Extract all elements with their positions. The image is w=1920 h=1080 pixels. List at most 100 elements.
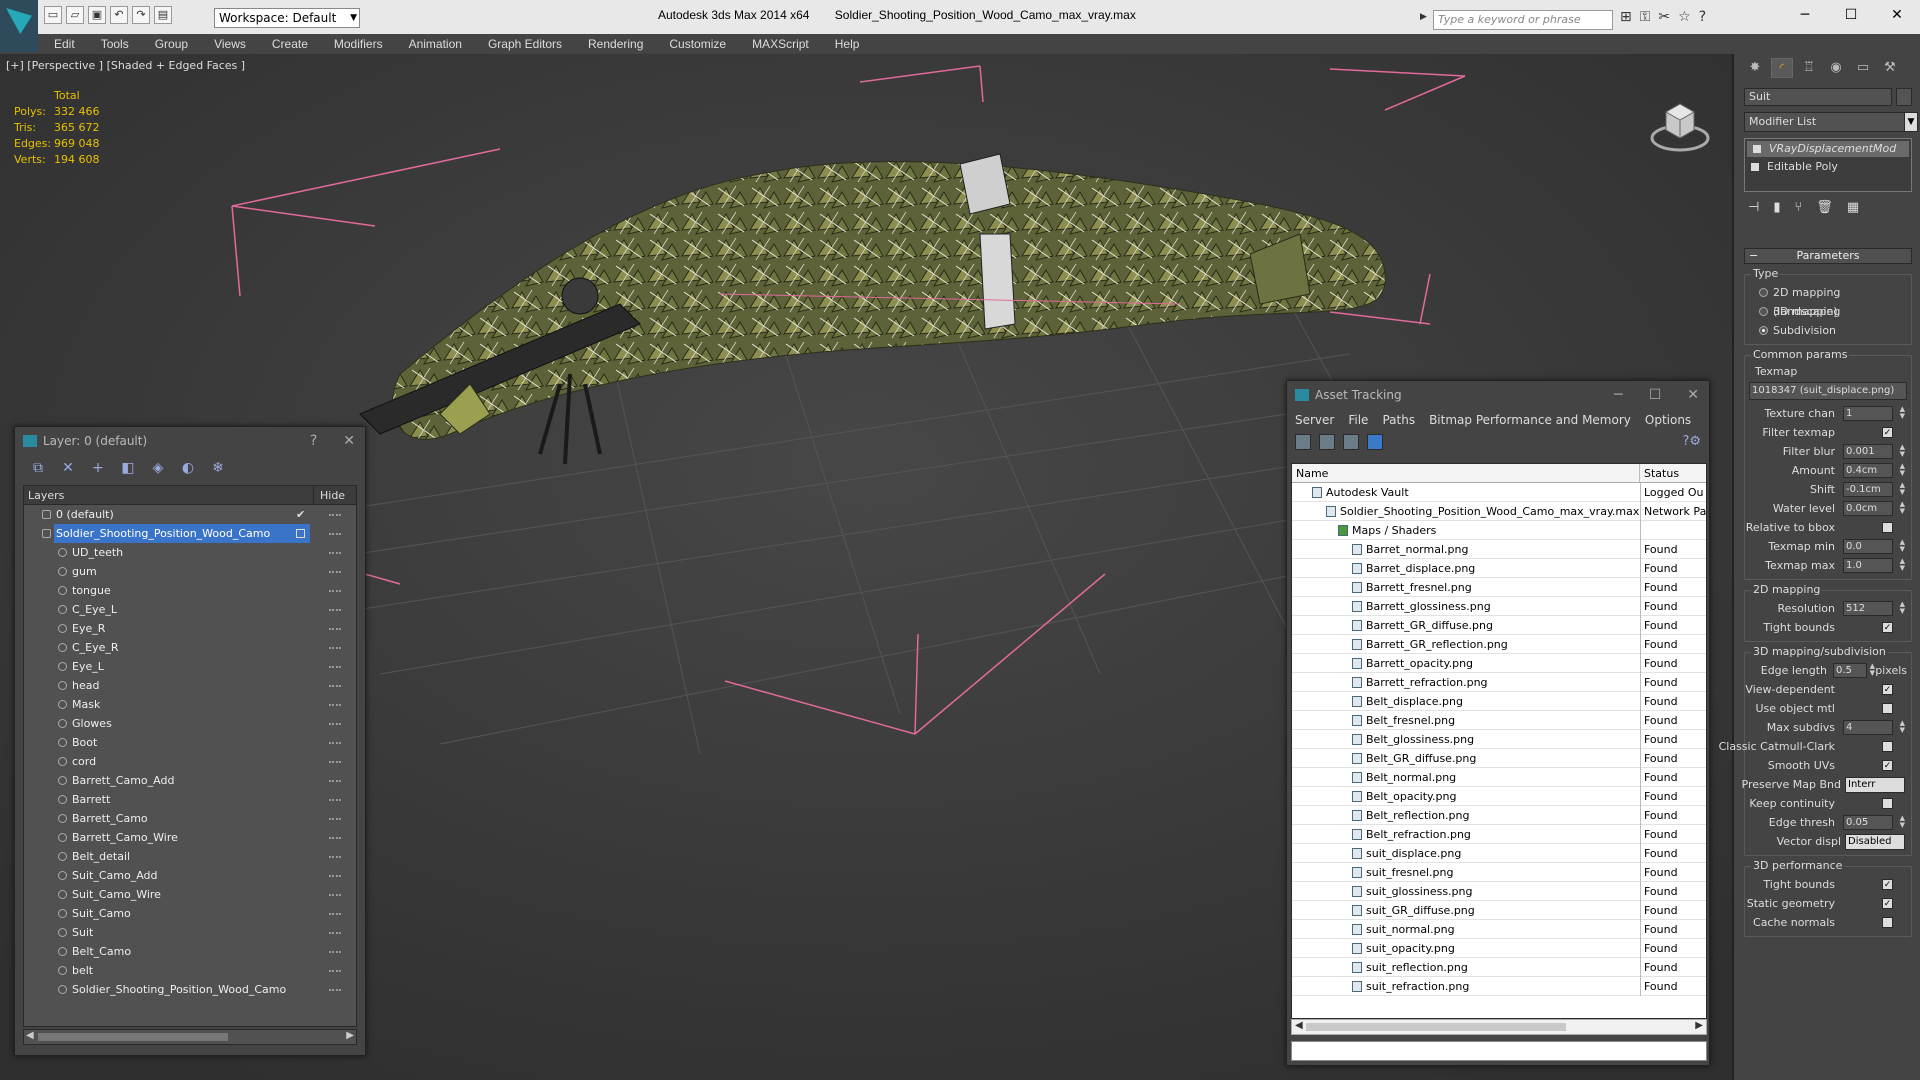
- asset-horizontal-scrollbar[interactable]: ◀ ▶: [1291, 1019, 1707, 1035]
- menu-views[interactable]: Views: [214, 37, 246, 51]
- hide-toggle[interactable]: [329, 514, 341, 516]
- layer-object-row[interactable]: belt: [24, 961, 356, 980]
- asset-map-row[interactable]: Barrett_fresnel.png Found: [1292, 578, 1706, 597]
- layer-object-row[interactable]: Suit_Camo_Wire: [24, 885, 356, 904]
- hide-toggle[interactable]: [329, 932, 341, 934]
- layer-object-row[interactable]: Boot: [24, 733, 356, 752]
- asset-map-row[interactable]: Barret_displace.png Found: [1292, 559, 1706, 578]
- asset-map-row[interactable]: suit_normal.png Found: [1292, 920, 1706, 939]
- key-icon[interactable]: ⚿: [1640, 9, 1651, 25]
- spinner-arrows-icon[interactable]: ▲ ▼: [1900, 444, 1905, 458]
- asset-row-vault[interactable]: Autodesk Vault Logged Ou: [1292, 483, 1706, 502]
- texmap-button[interactable]: 1018347 (suit_displace.png): [1749, 382, 1907, 400]
- asset-map-row[interactable]: suit_refraction.png Found: [1292, 977, 1706, 996]
- hide-toggle[interactable]: [329, 761, 341, 763]
- layer-object-row[interactable]: tongue: [24, 581, 356, 600]
- spinner-arrows-icon[interactable]: ▲ ▼: [1900, 501, 1905, 515]
- viewcube-icon[interactable]: [1648, 92, 1712, 156]
- asset-row-maps-folder[interactable]: Maps / Shaders: [1292, 521, 1706, 540]
- asset-menu-options[interactable]: Options: [1645, 413, 1691, 427]
- param-checkbox[interactable]: ✓: [1882, 898, 1893, 909]
- close-icon[interactable]: ✕: [343, 427, 355, 455]
- project-folder-icon[interactable]: ▤: [154, 6, 172, 24]
- menu-edit[interactable]: Edit: [54, 37, 75, 51]
- star-icon[interactable]: ☆: [1678, 9, 1691, 25]
- workspace-select[interactable]: Workspace: Default ▼: [214, 8, 360, 28]
- asset-map-row[interactable]: Belt_fresnel.png Found: [1292, 711, 1706, 730]
- param-spinner-field[interactable]: 0.05: [1843, 815, 1893, 830]
- hide-toggle[interactable]: [329, 571, 341, 573]
- layer-object-row[interactable]: Soldier_Shooting_Position_Wood_Camo: [24, 980, 356, 999]
- hierarchy-tab-icon[interactable]: ♖: [1798, 58, 1820, 78]
- add-to-layer-icon[interactable]: +: [89, 459, 107, 477]
- scroll-thumb[interactable]: [38, 1033, 228, 1041]
- asset-map-row[interactable]: Belt_opacity.png Found: [1292, 787, 1706, 806]
- scroll-left-icon[interactable]: ◀: [1295, 1020, 1303, 1031]
- spinner-arrows-icon[interactable]: ▲ ▼: [1900, 720, 1905, 734]
- configure-sets-icon[interactable]: ▦: [1847, 200, 1859, 215]
- param-spinner-field[interactable]: 0.4cm: [1843, 463, 1893, 478]
- asset-map-row[interactable]: Barrett_refraction.png Found: [1292, 673, 1706, 692]
- spinner-arrows-icon[interactable]: ▲ ▼: [1900, 601, 1905, 615]
- hide-toggle[interactable]: [329, 875, 341, 877]
- param-spinner-field[interactable]: -0.1cm: [1843, 482, 1893, 497]
- column-hide[interactable]: Hide: [314, 486, 345, 504]
- modifier-list-dropdown[interactable]: Modifier List ▼: [1744, 112, 1918, 132]
- hide-all-layers-icon[interactable]: ◐: [179, 459, 197, 477]
- asset-menu-file[interactable]: File: [1348, 413, 1368, 427]
- hide-toggle[interactable]: [329, 533, 341, 535]
- asset-map-row[interactable]: Belt_displace.png Found: [1292, 692, 1706, 711]
- hide-toggle[interactable]: [329, 913, 341, 915]
- app-logo-icon[interactable]: [0, 0, 38, 52]
- list-view-icon[interactable]: [1319, 434, 1335, 450]
- asset-map-row[interactable]: Belt_normal.png Found: [1292, 768, 1706, 787]
- asset-map-row[interactable]: Barrett_GR_diffuse.png Found: [1292, 616, 1706, 635]
- param-dropdown[interactable]: Disabled: [1845, 834, 1905, 850]
- maximize-icon[interactable]: ☐: [1649, 381, 1662, 409]
- hide-toggle[interactable]: [329, 666, 341, 668]
- param-checkbox[interactable]: ✓: [1882, 427, 1893, 438]
- communication-icon[interactable]: ✂: [1658, 9, 1670, 25]
- asset-menu-server[interactable]: Server: [1295, 413, 1334, 427]
- menu-graph-editors[interactable]: Graph Editors: [488, 37, 562, 51]
- help-icon[interactable]: ?: [1699, 9, 1706, 25]
- parameters-rollout-header[interactable]: − Parameters: [1744, 248, 1912, 264]
- asset-row-file[interactable]: Soldier_Shooting_Position_Wood_Camo_max_…: [1292, 502, 1706, 521]
- hide-toggle[interactable]: [329, 609, 341, 611]
- utilities-tab-icon[interactable]: ⚒: [1879, 58, 1901, 78]
- layer-object-row[interactable]: Glowes: [24, 714, 356, 733]
- layer-object-row[interactable]: Belt_detail: [24, 847, 356, 866]
- layer-object-row[interactable]: Barrett_Camo_Add: [24, 771, 356, 790]
- hide-toggle[interactable]: [329, 628, 341, 630]
- layer-object-row[interactable]: Barrett_Camo_Wire: [24, 828, 356, 847]
- param-spinner-field[interactable]: 0.5: [1833, 663, 1867, 678]
- layer-object-row[interactable]: Belt_Camo: [24, 942, 356, 961]
- type-radio-option[interactable]: 2D mapping (landscape): [1749, 283, 1907, 318]
- radio-button[interactable]: [1759, 326, 1768, 335]
- param-spinner-field[interactable]: 0.0cm: [1843, 501, 1893, 516]
- asset-map-row[interactable]: suit_glossiness.png Found: [1292, 882, 1706, 901]
- spinner-arrows-icon[interactable]: ▲ ▼: [1900, 539, 1905, 553]
- delete-layer-icon[interactable]: ✕: [59, 459, 77, 477]
- layer-object-row[interactable]: Suit_Camo_Add: [24, 866, 356, 885]
- menu-create[interactable]: Create: [272, 37, 308, 51]
- type-radio-option[interactable]: 3D mapping: [1749, 302, 1907, 321]
- create-tab-icon[interactable]: ✸: [1744, 58, 1766, 78]
- freeze-all-layers-icon[interactable]: ❄: [209, 459, 227, 477]
- hide-toggle[interactable]: [329, 552, 341, 554]
- radio-button[interactable]: [1759, 307, 1768, 316]
- spinner-arrows-icon[interactable]: ▲ ▼: [1900, 558, 1905, 572]
- spinner-arrows-icon[interactable]: ▲ ▼: [1900, 406, 1905, 420]
- thumbnail-view-icon[interactable]: [1343, 434, 1359, 450]
- hide-toggle[interactable]: [329, 647, 341, 649]
- layer-object-row[interactable]: C_Eye_R: [24, 638, 356, 657]
- hide-toggle[interactable]: [329, 856, 341, 858]
- save-icon[interactable]: ▣: [88, 6, 106, 24]
- param-checkbox[interactable]: ✓: [1882, 879, 1893, 890]
- open-file-icon[interactable]: ▱: [66, 6, 84, 24]
- param-dropdown[interactable]: Interr: [1845, 777, 1905, 793]
- spinner-arrows-icon[interactable]: ▲ ▼: [1900, 482, 1905, 496]
- column-status[interactable]: Status: [1640, 464, 1679, 482]
- close-icon[interactable]: ✕: [1874, 0, 1920, 30]
- param-spinner-field[interactable]: 4: [1843, 720, 1893, 735]
